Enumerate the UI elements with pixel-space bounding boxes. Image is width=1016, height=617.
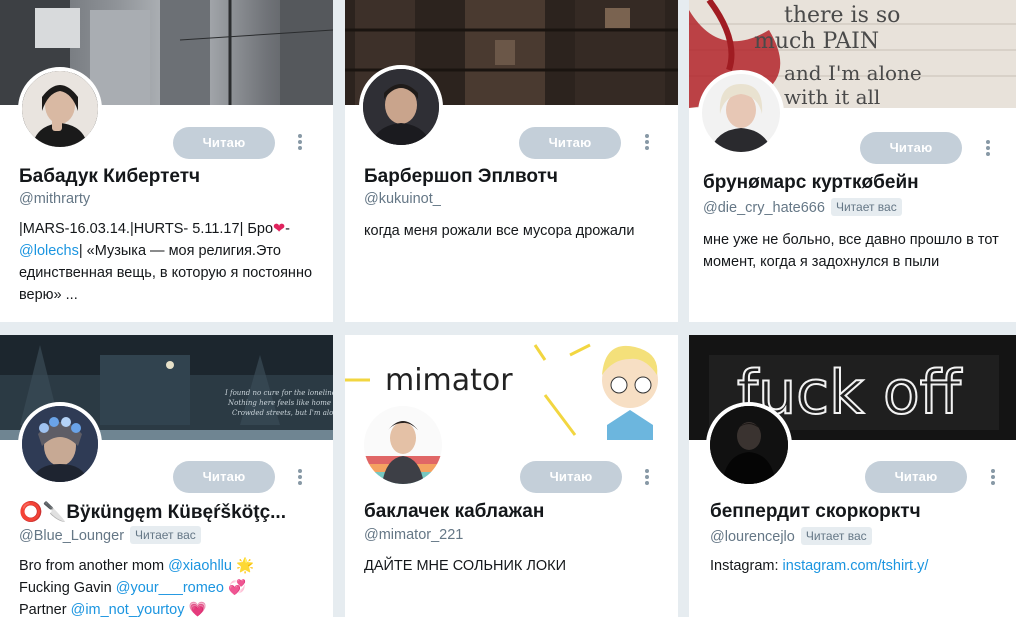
handle-row: @mithrarty [19,191,90,207]
bio-text: - [285,221,291,237]
more-options-icon[interactable] [642,467,652,485]
following-button[interactable]: Читаю [865,461,967,493]
sparkle-emoji-icon: 🌟 [231,558,255,574]
mention-link[interactable]: @im_not_yourtoy [71,602,185,617]
user-card[interactable]: there is so much PAIN and I'm alone with… [689,0,1016,322]
display-name[interactable]: баклачек каблажан [364,501,544,523]
handle-row: @mimator_221 [364,527,463,543]
bio-line: Partner @im_not_yourtoy 💗 [19,599,319,617]
display-name[interactable]: Барбершоп Эплвотч [364,166,558,188]
instagram-link[interactable]: instagram.com/tshirt.y/ [783,558,929,574]
hearts-emoji-icon: 💞 [223,580,247,596]
more-options-icon[interactable] [295,467,305,485]
bio: ДАЙТЕ МНЕ СОЛЬНИК ЛОКИ [364,555,664,577]
bio: мне уже не больно, все давно прошло в то… [703,229,1003,273]
handle-row: @Blue_Lounger Читает вас [19,526,201,544]
bio-text: |MARS-16.03.14.|HURTS- 5.11.17| Бро [19,221,274,237]
heart-emoji-icon: 💗 [184,602,207,617]
bio: |MARS-16.03.14.|HURTS- 5.11.17| Бро❤- @l… [19,218,319,306]
more-options-icon[interactable] [642,132,652,150]
more-options-icon[interactable] [983,138,993,156]
avatar[interactable] [359,65,443,149]
banner-handwriting: there is so [784,3,900,28]
svg-text:I found no cure for the loneli: I found no cure for the loneliness [224,389,333,397]
display-name[interactable]: Бабадук Кибертетч [19,166,200,188]
user-card[interactable]: fuck off Читаю беппердит скоркорктч @lou… [689,335,1016,617]
following-button[interactable]: Читаю [860,132,962,164]
user-card[interactable]: I found no cure for the loneliness Nothi… [0,335,333,617]
banner-handwriting: and I'm alone [784,61,922,85]
more-options-icon[interactable] [295,132,305,150]
bio-text: Fucking Gavin [19,580,116,596]
username-handle[interactable]: @lourencejlo [710,529,795,545]
avatar[interactable] [698,70,784,156]
following-button[interactable]: Читаю [173,461,275,493]
heart-emoji-icon: ❤ [273,221,286,237]
avatar[interactable] [706,402,792,488]
bio-text: Instagram: [710,558,783,574]
svg-text:Nothing here feels like home: Nothing here feels like home [227,399,331,407]
username-handle[interactable]: @mimator_221 [364,527,463,543]
mention-link[interactable]: @lolechs [19,243,79,259]
handle-row: @die_cry_hate666 Читает вас [703,198,902,216]
bio-text: когда меня рожали все мусора дрожали [364,223,635,239]
avatar-image [22,406,98,482]
bio-text: Bro from another mom [19,558,169,574]
bio-text: мне уже не больно, все давно прошло в то… [703,232,999,270]
display-name[interactable]: беппердит скоркорктч [710,501,921,523]
username-handle[interactable]: @kukuinot_ [364,191,441,207]
handle-row: @lourencejlo Читает вас [710,527,872,545]
display-name[interactable]: брунøмарс курткøбейн [703,172,919,194]
bio: когда меня рожали все мусора дрожали [364,220,644,242]
bio-line: Fucking Gavin @your___romeo 💞 [19,577,319,599]
bio: Bro from another mom @xiaohllu 🌟 Fucking… [19,555,319,617]
user-card[interactable]: Читаю Бабадук Кибертетч @mithrarty |MARS… [0,0,333,322]
mention-link[interactable]: @your___romeo [116,580,224,596]
avatar-image [364,406,442,484]
username-handle[interactable]: @Blue_Lounger [19,528,124,544]
avatar-image [702,74,780,152]
avatar-image [710,406,788,484]
banner-handwriting: mimator [385,363,513,398]
follows-you-badge: Читает вас [830,198,902,216]
mention-link[interactable]: @xiaohllu [168,558,232,574]
avatar[interactable] [18,67,102,151]
display-name[interactable]: ⭕🔪Вÿкüngęm Кüвęŕšköţç... [19,500,319,524]
banner-handwriting: much PAIN [754,29,879,54]
more-options-icon[interactable] [988,467,998,485]
bio-text: Partner [19,602,71,617]
following-button[interactable]: Читаю [519,127,621,159]
following-button[interactable]: Читаю [173,127,275,159]
bio-line: Bro from another mom @xiaohllu 🌟 [19,555,319,577]
user-card[interactable]: mimator Читаю баклачек каблажан @mimator… [345,335,678,617]
banner-handwriting: with it all [784,85,880,108]
handle-row: @kukuinot_ [364,191,441,207]
user-card[interactable]: Читаю Барбершоп Эплвотч @kukuinot_ когда… [345,0,678,322]
username-handle[interactable]: @die_cry_hate666 [703,200,825,216]
bio: Instagram: instagram.com/tshirt.y/ [710,555,1010,577]
avatar-image [363,69,439,145]
avatar[interactable] [360,402,446,488]
follows-you-badge: Читает вас [800,527,872,545]
bio-text: ДАЙТЕ МНЕ СОЛЬНИК ЛОКИ [364,558,567,574]
following-button[interactable]: Читаю [520,461,622,493]
username-handle[interactable]: @mithrarty [19,191,90,207]
svg-text:Crowded streets, but I'm alone: Crowded streets, but I'm alone [232,409,333,417]
avatar[interactable] [18,402,102,486]
avatar-image [22,71,98,147]
follows-you-badge: Читает вас [130,526,201,544]
